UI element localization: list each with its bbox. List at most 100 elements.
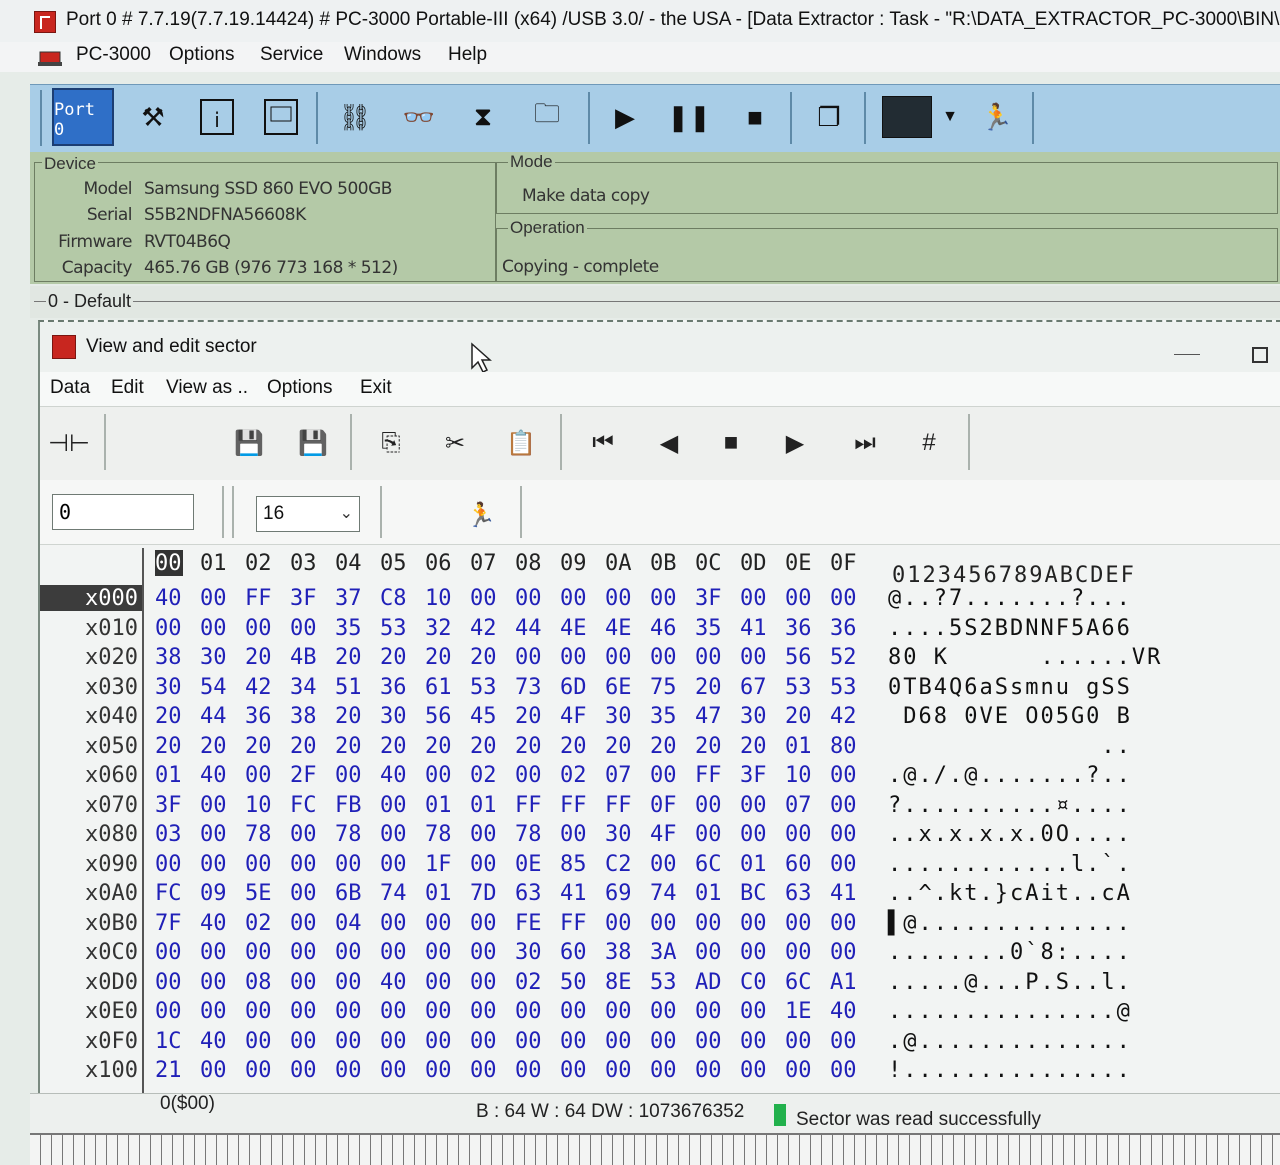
hex-byte[interactable]: 42	[245, 675, 272, 700]
hex-byte[interactable]: 42	[470, 616, 497, 641]
windows-button[interactable]: ❐	[800, 88, 858, 146]
hex-byte[interactable]: 3F	[155, 793, 182, 818]
hex-byte[interactable]: 20	[335, 704, 362, 729]
hex-byte[interactable]: FF	[560, 793, 587, 818]
hex-byte[interactable]: 00	[515, 763, 542, 788]
hex-byte[interactable]: 00	[290, 881, 317, 906]
hex-byte[interactable]: 35	[695, 616, 722, 641]
hex-byte[interactable]: 00	[155, 970, 182, 995]
cut-button[interactable]: ✂	[430, 418, 480, 468]
hex-byte[interactable]: 20	[515, 704, 542, 729]
hex-byte[interactable]: 00	[290, 999, 317, 1024]
hex-byte[interactable]: 30	[740, 704, 767, 729]
hex-byte[interactable]: FF	[245, 586, 272, 611]
hex-byte[interactable]: 00	[380, 793, 407, 818]
hex-byte[interactable]: 00	[650, 999, 677, 1024]
hex-byte[interactable]: 36	[785, 616, 812, 641]
hex-byte[interactable]: 4B	[290, 645, 317, 670]
hex-byte[interactable]: 02	[470, 763, 497, 788]
port-button[interactable]: Port 0	[52, 88, 114, 146]
hex-byte[interactable]: 40	[200, 763, 227, 788]
hex-byte[interactable]: 00	[380, 822, 407, 847]
hex-byte[interactable]: 44	[200, 704, 227, 729]
hex-byte[interactable]: 42	[830, 704, 857, 729]
port-button-small[interactable]: ⊣⊢	[44, 418, 94, 468]
ascii-row[interactable]: ....5S2BDNNF5A66	[888, 616, 1132, 641]
hex-byte[interactable]: 20	[335, 734, 362, 759]
hex-byte[interactable]: 00	[830, 763, 857, 788]
sector-menu-exit[interactable]: Exit	[360, 377, 392, 399]
hex-byte[interactable]: 53	[470, 675, 497, 700]
hex-byte[interactable]: 6E	[605, 675, 632, 700]
hex-byte[interactable]: 00	[830, 852, 857, 877]
hex-byte[interactable]: 00	[470, 1058, 497, 1083]
hex-byte[interactable]: 00	[470, 970, 497, 995]
hex-byte[interactable]: 3F	[695, 586, 722, 611]
hex-byte[interactable]: 6C	[785, 970, 812, 995]
exit-button[interactable]: 🏃	[968, 88, 1026, 146]
hex-byte[interactable]: 67	[740, 675, 767, 700]
hex-byte[interactable]: 40	[200, 911, 227, 936]
hex-byte[interactable]: 73	[515, 675, 542, 700]
hex-byte[interactable]: 30	[380, 704, 407, 729]
last-sector-button[interactable]: ⏭	[840, 418, 890, 468]
hex-byte[interactable]: A1	[830, 970, 857, 995]
hex-byte[interactable]: 78	[515, 822, 542, 847]
hex-byte[interactable]: 00	[560, 1058, 587, 1083]
hex-byte[interactable]: 38	[155, 645, 182, 670]
hex-byte[interactable]: 00	[425, 1029, 452, 1054]
hex-byte[interactable]: 63	[785, 881, 812, 906]
hex-byte[interactable]: 08	[245, 970, 272, 995]
save-all-button[interactable]: 💾	[288, 418, 338, 468]
hex-byte[interactable]: 0E	[515, 852, 542, 877]
menu-service[interactable]: Service	[260, 44, 323, 66]
hex-byte[interactable]: 00	[335, 940, 362, 965]
hex-byte[interactable]: 00	[290, 852, 317, 877]
hex-byte[interactable]: 1C	[155, 1029, 182, 1054]
hex-byte[interactable]: 4F	[650, 822, 677, 847]
hex-byte[interactable]: 00	[650, 911, 677, 936]
hex-byte[interactable]: 41	[830, 881, 857, 906]
hex-byte[interactable]: 61	[425, 675, 452, 700]
hex-byte[interactable]: 02	[245, 911, 272, 936]
hex-byte[interactable]: 30	[605, 822, 632, 847]
hex-byte[interactable]: 00	[830, 1029, 857, 1054]
hex-byte[interactable]: 00	[830, 793, 857, 818]
hex-byte[interactable]: 4E	[605, 616, 632, 641]
hex-byte[interactable]: 00	[560, 999, 587, 1024]
hex-byte[interactable]: 63	[515, 881, 542, 906]
hex-byte[interactable]: 4E	[560, 616, 587, 641]
sector-exit-button[interactable]: 🏃	[456, 490, 506, 540]
hex-byte[interactable]: 00	[695, 793, 722, 818]
export-button[interactable]: 🗀	[518, 88, 576, 146]
hex-byte[interactable]: 01	[740, 852, 767, 877]
menu-options[interactable]: Options	[169, 44, 234, 66]
hex-byte[interactable]: FC	[290, 793, 317, 818]
hex-byte[interactable]: 00	[695, 999, 722, 1024]
hex-byte[interactable]: C2	[605, 852, 632, 877]
hex-byte[interactable]: 00	[290, 822, 317, 847]
hex-byte[interactable]: 00	[830, 940, 857, 965]
hex-byte[interactable]: 20	[515, 734, 542, 759]
hex-byte[interactable]: 00	[830, 586, 857, 611]
hex-byte[interactable]: 00	[245, 616, 272, 641]
hex-byte[interactable]: 40	[380, 763, 407, 788]
color-dropdown-button[interactable]: ▼	[930, 88, 970, 146]
menu-help[interactable]: Help	[448, 44, 487, 66]
hex-byte[interactable]: 01	[425, 793, 452, 818]
hex-byte[interactable]: 10	[425, 586, 452, 611]
hex-byte[interactable]: AD	[695, 970, 722, 995]
hex-byte[interactable]: 00	[200, 940, 227, 965]
hex-byte[interactable]: FE	[515, 911, 542, 936]
hex-byte[interactable]: 00	[650, 586, 677, 611]
copy-button[interactable]: ⧗	[454, 88, 512, 146]
hex-byte[interactable]: 00	[290, 970, 317, 995]
hex-byte[interactable]: 32	[425, 616, 452, 641]
hex-byte[interactable]: 00	[335, 999, 362, 1024]
hex-byte[interactable]: 00	[695, 1029, 722, 1054]
hex-byte[interactable]: 00	[425, 1058, 452, 1083]
hex-byte[interactable]: 00	[200, 586, 227, 611]
hex-byte[interactable]: 00	[695, 645, 722, 670]
color-picker-button[interactable]	[882, 96, 932, 138]
hex-byte[interactable]: 00	[245, 940, 272, 965]
